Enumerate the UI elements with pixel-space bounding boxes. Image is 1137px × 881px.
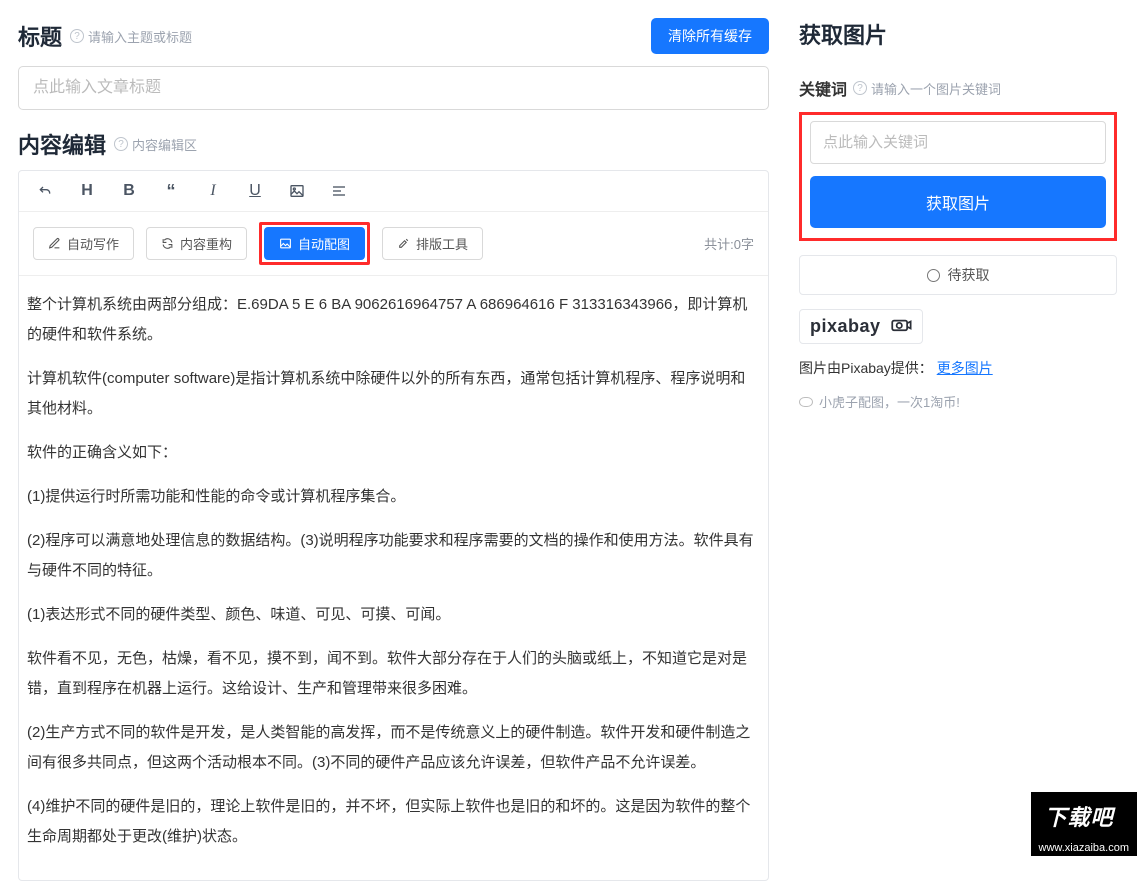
word-count: 共计:0字 [704,234,754,253]
keyword-hint: ? 请输入一个图片关键词 [853,79,1001,98]
wait-get-status[interactable]: 待获取 [799,255,1117,295]
content-title: 内容编辑 [18,128,106,160]
help-icon: ? [853,81,867,95]
tool-icon [397,237,410,250]
keyword-header: 关键词 ? 请输入一个图片关键词 [799,76,1117,100]
title-hint: ? 请输入主题或标题 [70,27,192,46]
watermark-badge: 下载吧 [1031,792,1137,840]
title-header: 标题 ? 请输入主题或标题 清除所有缓存 [18,18,769,54]
content-hint: ? 内容编辑区 [114,135,197,154]
auto-write-button[interactable]: 自动写作 [33,227,134,260]
paragraph: 软件看不见，无色，枯燥，看不见，摸不到，闻不到。软件大部分存在于人们的头脑或纸上… [27,644,760,704]
highlight-auto-image: 自动配图 [259,222,370,265]
credit-line: 图片由Pixabay提供： 更多图片 [799,358,1117,378]
paragraph: (1)提供运行时所需功能和性能的命令或计算机程序集合。 [27,482,760,512]
watermark: 下载吧 www.xiazaiba.com [1031,792,1137,856]
get-image-button[interactable]: 获取图片 [810,176,1106,228]
keyword-input[interactable] [810,121,1106,164]
underline-icon[interactable]: U [245,181,265,201]
image-plus-icon [279,237,292,250]
title-label: 标题 [18,20,62,52]
undo-icon[interactable] [35,181,55,201]
heading-icon[interactable]: H [77,181,97,201]
watermark-url: www.xiazaiba.com [1031,840,1137,856]
action-toolbar: 自动写作 内容重构 自动配图 排版工具 共计:0字 [19,212,768,276]
image-icon[interactable] [287,181,307,201]
get-image-title: 获取图片 [799,18,887,50]
highlight-keyword-box: 获取图片 [799,112,1117,241]
paragraph: 计算机软件(computer software)是指计算机系统中除硬件以外的所有… [27,364,760,424]
paragraph: 软件的正确含义如下： [27,438,760,468]
get-image-header: 获取图片 [799,18,1117,50]
more-images-link[interactable]: 更多图片 [937,360,993,376]
content-header: 内容编辑 ? 内容编辑区 [18,128,769,160]
keyword-label: 关键词 [799,76,847,100]
refresh-icon [161,237,174,250]
camera-icon [890,316,912,337]
layout-tool-button[interactable]: 排版工具 [382,227,483,260]
paragraph: (4)维护不同的硬件是旧的，理论上软件是旧的，并不坏，但实际上软件也是旧的和坏的… [27,792,760,852]
paragraph: (2)程序可以满意地处理信息的数据结构。(3)说明程序功能要求和程序需要的文档的… [27,526,760,586]
editor-box: H B “ I U 自动写作 内容重构 [18,170,769,881]
quote-icon[interactable]: “ [161,181,181,201]
bold-icon[interactable]: B [119,181,139,201]
italic-icon[interactable]: I [203,181,223,201]
auto-image-button[interactable]: 自动配图 [264,227,365,260]
coin-note: 小虎子配图，一次1淘币! [799,392,1117,411]
paragraph: (1)表达形式不同的硬件类型、颜色、味道、可见、可摸、可闻。 [27,600,760,630]
pencil-icon [48,237,61,250]
format-toolbar: H B “ I U [19,171,768,212]
pixabay-badge: pixabay [799,309,923,344]
align-left-icon[interactable] [329,181,349,201]
article-title-input[interactable] [18,66,769,110]
help-icon: ? [114,137,128,151]
clear-cache-button[interactable]: 清除所有缓存 [651,18,769,54]
circle-icon [927,269,940,282]
paragraph: 整个计算机系统由两部分组成：E.69DA 5 E 6 BA 9062616964… [27,290,760,350]
paragraph: (2)生产方式不同的软件是开发，是人类智能的高发挥，而不是传统意义上的硬件制造。… [27,718,760,778]
coin-icon [799,397,813,407]
restructure-button[interactable]: 内容重构 [146,227,247,260]
editor-content[interactable]: 整个计算机系统由两部分组成：E.69DA 5 E 6 BA 9062616964… [19,276,768,880]
help-icon: ? [70,29,84,43]
